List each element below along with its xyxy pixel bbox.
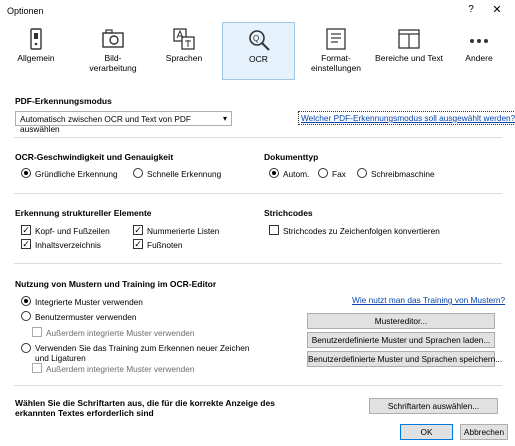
- radio-typewriter-label: Schreibmaschine: [371, 169, 435, 179]
- tab-ocr-label: OCR: [249, 54, 268, 64]
- radio-auto[interactable]: [269, 168, 279, 178]
- pdf-help-link[interactable]: Welcher PDF-Erkennungsmodus soll ausgewä…: [298, 111, 515, 125]
- radio-typewriter[interactable]: [357, 168, 367, 178]
- divider: [14, 263, 502, 264]
- doctype-section-title: Dokumenttyp: [264, 152, 319, 162]
- radio-builtin-patterns-label: Integrierte Muster verwenden: [35, 297, 143, 307]
- window-title: Optionen: [7, 6, 44, 16]
- check-also-builtin-1-label: Außerdem integrierte Muster verwenden: [46, 328, 195, 338]
- radio-use-training[interactable]: [21, 343, 31, 353]
- radio-fast-label: Schnelle Erkennung: [147, 169, 222, 179]
- format-settings-icon: [326, 28, 346, 50]
- title-bar: Optionen ? ✕: [0, 0, 515, 22]
- ocr-magnifier-icon: Q: [248, 30, 270, 51]
- divider: [14, 385, 502, 386]
- tab-languages-label: Sprachen: [165, 53, 203, 63]
- radio-builtin-patterns[interactable]: [21, 296, 31, 306]
- tab-general[interactable]: Allgemein: [5, 22, 67, 80]
- radio-fax-label: Fax: [332, 169, 346, 179]
- languages-icon: [173, 28, 195, 50]
- check-barcodes[interactable]: [269, 225, 279, 235]
- help-button[interactable]: ?: [464, 3, 478, 17]
- tab-ocr[interactable]: Q OCR: [222, 22, 295, 80]
- radio-fast[interactable]: [133, 168, 143, 178]
- check-also-builtin-1[interactable]: [32, 327, 42, 337]
- fonts-description-line-1: Wählen Sie die Schriftarten aus, die für…: [15, 398, 275, 408]
- radio-auto-label: Autom.: [283, 169, 310, 179]
- areas-text-icon: [398, 29, 420, 49]
- check-footnotes-label: Fußnoten: [147, 240, 183, 250]
- pdf-section-title: PDF-Erkennungsmodus: [15, 96, 112, 106]
- check-headers-label: Kopf- und Fußzeilen: [35, 226, 110, 236]
- tab-format-settings-label: Format- einstellungen: [310, 53, 362, 73]
- save-patterns-button[interactable]: Benutzerdefinierte Muster und Sprachen s…: [307, 351, 502, 367]
- tab-other[interactable]: Andere: [452, 22, 506, 80]
- divider: [14, 193, 502, 194]
- tab-image-processing[interactable]: Bild- verarbeitung: [78, 22, 148, 80]
- image-processing-icon: [102, 29, 124, 48]
- check-numbered-lists[interactable]: ✓: [133, 225, 143, 235]
- pattern-editor-button[interactable]: Mustereditor...: [307, 313, 495, 329]
- radio-user-patterns[interactable]: [21, 311, 31, 321]
- tab-languages[interactable]: Sprachen: [154, 22, 214, 80]
- select-fonts-button[interactable]: Schriftarten auswählen...: [369, 398, 498, 414]
- barcodes-section-title: Strichcodes: [264, 208, 313, 218]
- chevron-down-icon: ▾: [222, 114, 227, 123]
- speed-section-title: OCR-Geschwindigkeit und Genauigkeit: [15, 152, 174, 162]
- load-patterns-button[interactable]: Benutzerdefinierte Muster und Sprachen l…: [307, 332, 495, 348]
- tab-areas-text-label: Bereiche und Text: [375, 53, 443, 63]
- tab-image-processing-label: Bild- verarbeitung: [89, 53, 137, 73]
- general-icon: [30, 28, 42, 50]
- radio-thorough[interactable]: [21, 168, 31, 178]
- radio-fax[interactable]: [318, 168, 328, 178]
- pdf-mode-select-value: Automatisch zwischen OCR und Text von PD…: [20, 114, 191, 134]
- cancel-button[interactable]: Abbrechen: [460, 424, 508, 440]
- radio-use-training-label-2: und Ligaturen: [35, 353, 86, 363]
- check-toc[interactable]: ✓: [21, 239, 31, 249]
- pdf-mode-select[interactable]: Automatisch zwischen OCR und Text von PD…: [15, 111, 232, 134]
- check-also-builtin-2[interactable]: [32, 363, 42, 373]
- options-toolbar: Allgemein Bild- verarbeitung Sprachen Q …: [0, 22, 515, 81]
- svg-text:Q: Q: [253, 34, 259, 43]
- tab-areas-text[interactable]: Bereiche und Text: [372, 22, 446, 80]
- training-help-link[interactable]: Wie nutzt man das Training von Mustern?: [352, 295, 505, 305]
- pdf-help-link-text: Welcher PDF-Erkennungsmodus soll ausgewä…: [298, 111, 515, 125]
- check-also-builtin-2-label: Außerdem integrierte Muster verwenden: [46, 364, 195, 374]
- radio-thorough-label: Gründliche Erkennung: [35, 169, 118, 179]
- training-section-title: Nutzung von Mustern und Training im OCR-…: [15, 279, 217, 289]
- check-barcodes-label: Strichcodes zu Zeichenfolgen konvertiere…: [283, 226, 440, 236]
- tab-general-label: Allgemein: [17, 53, 55, 63]
- fonts-description-line-2: erkannten Textes erforderlich sind: [15, 408, 154, 418]
- radio-use-training-label-1: Verwenden Sie das Training zum Erkennen …: [35, 343, 250, 353]
- ok-button[interactable]: OK: [400, 424, 453, 440]
- check-footnotes[interactable]: ✓: [133, 239, 143, 249]
- check-headers[interactable]: ✓: [21, 225, 31, 235]
- structure-section-title: Erkennung struktureller Elemente: [15, 208, 152, 218]
- radio-user-patterns-label: Benutzermuster verwenden: [35, 312, 137, 322]
- check-numbered-lists-label: Nummerierte Listen: [147, 226, 220, 236]
- tab-other-label: Andere: [465, 53, 493, 63]
- close-button[interactable]: ✕: [490, 3, 504, 17]
- check-toc-label: Inhaltsverzeichnis: [35, 240, 101, 250]
- more-icon: [470, 39, 488, 43]
- tab-format-settings[interactable]: Format- einstellungen: [300, 22, 372, 80]
- divider: [14, 137, 502, 138]
